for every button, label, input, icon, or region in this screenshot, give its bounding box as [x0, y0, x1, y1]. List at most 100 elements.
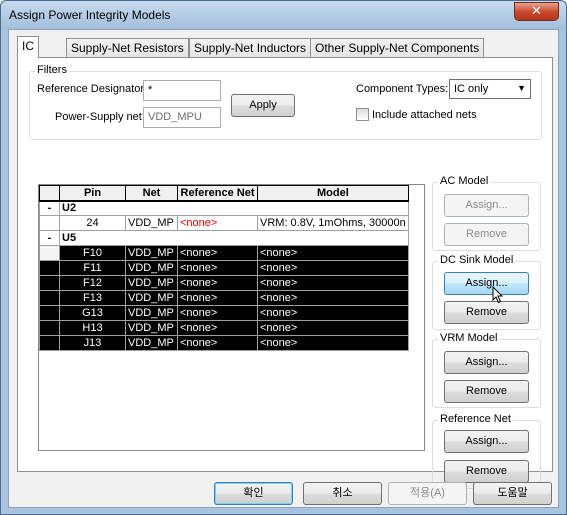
table-row[interactable]: F11 VDD_MP <none> <none>	[39, 260, 409, 276]
net-cell: VDD_MP	[125, 305, 178, 321]
component-types-select[interactable]: IC only ▼	[449, 79, 531, 99]
table-row[interactable]: J13 VDD_MP <none> <none>	[39, 335, 409, 351]
pin-model-grid[interactable]: Pin Net Reference Net Model - U2 24 VDD_…	[38, 184, 425, 451]
row-header-corner	[39, 185, 60, 202]
dc-sink-model-title: DC Sink Model	[438, 254, 516, 266]
reference-net-cell: <none>	[177, 335, 258, 351]
pin-model-table: Pin Net Reference Net Model - U2 24 VDD_…	[39, 185, 409, 351]
model-cell: VRM: 0.8V, 1mOhms, 30000n	[257, 215, 409, 231]
pin-cell: H13	[59, 320, 126, 336]
pin-cell: F13	[59, 290, 126, 306]
component-types-value: IC only	[454, 83, 489, 95]
net-cell: VDD_MP	[125, 245, 178, 261]
grid-header-row: Pin Net Reference Net Model	[39, 185, 409, 202]
pin-cell: G13	[59, 305, 126, 321]
table-row[interactable]: F10 VDD_MP <none> <none>	[39, 245, 409, 261]
tab-other-supply-net-components[interactable]: Other Supply-Net Components	[310, 38, 485, 57]
tab-label: Supply-Net Resistors	[71, 41, 184, 55]
row-header[interactable]	[39, 275, 60, 291]
close-icon: ✕	[531, 4, 542, 19]
net-cell: VDD_MP	[125, 290, 178, 306]
table-row[interactable]: F12 VDD_MP <none> <none>	[39, 275, 409, 291]
reference-net-cell: <none>	[177, 245, 258, 261]
row-header[interactable]	[39, 335, 60, 351]
pin-cell: F11	[59, 260, 126, 276]
cancel-button[interactable]: 취소	[303, 482, 382, 505]
dialog-window: Assign Power Integrity Models ✕ IC Suppl…	[0, 0, 567, 515]
reference-net-cell: <none>	[177, 275, 258, 291]
pin-cell: F10	[59, 245, 126, 261]
filter-apply-button[interactable]: Apply	[231, 94, 295, 117]
row-header[interactable]	[39, 215, 60, 231]
pin-cell: F12	[59, 275, 126, 291]
collapse-icon[interactable]: -	[39, 200, 60, 216]
table-row[interactable]: H13 VDD_MP <none> <none>	[39, 320, 409, 336]
power-supply-net-input[interactable]: VDD_MPU	[143, 107, 221, 128]
pin-cell: J13	[59, 335, 126, 351]
dialog-client: IC Supply-Net Resistors Supply-Net Induc…	[8, 29, 559, 508]
window-title: Assign Power Integrity Models	[9, 8, 171, 22]
help-button[interactable]: 도움말	[473, 482, 552, 505]
tab-supply-net-inductors[interactable]: Supply-Net Inductors	[189, 38, 312, 57]
filters-title: Filters	[35, 64, 69, 76]
include-attached-nets-checkbox[interactable]	[356, 108, 369, 121]
tab-supply-net-resistors[interactable]: Supply-Net Resistors	[66, 38, 189, 57]
group-row-u2[interactable]: - U2	[39, 200, 409, 216]
group-label: U5	[59, 230, 409, 246]
net-cell: VDD_MP	[125, 260, 178, 276]
power-supply-net-label: Power-Supply net:	[55, 111, 145, 123]
tab-label: Supply-Net Inductors	[194, 41, 307, 55]
column-header-pin[interactable]: Pin	[59, 185, 126, 202]
close-button[interactable]: ✕	[514, 2, 559, 21]
row-header[interactable]	[39, 305, 60, 321]
vrm-model-title: VRM Model	[438, 332, 500, 344]
title-bar[interactable]: Assign Power Integrity Models ✕	[1, 1, 566, 29]
include-attached-nets-label: Include attached nets	[372, 109, 477, 121]
row-header[interactable]	[39, 290, 60, 306]
group-label: U2	[59, 200, 409, 216]
mouse-cursor-icon	[492, 286, 504, 304]
ic-tab-panel: Filters Reference Designator: * Power-Su…	[17, 57, 553, 489]
tab-ic[interactable]: IC	[17, 36, 39, 58]
model-cell: <none>	[257, 335, 409, 351]
collapse-icon[interactable]: -	[39, 230, 60, 246]
ref-designator-input[interactable]: *	[143, 80, 221, 101]
tab-label: IC	[22, 39, 34, 53]
row-header[interactable]	[39, 260, 60, 276]
ac-assign-button[interactable]: Assign...	[444, 194, 529, 217]
pin-cell: 24	[59, 215, 126, 231]
table-row[interactable]: 24 VDD_MP <none> VRM: 0.8V, 1mOhms, 3000…	[39, 215, 409, 231]
component-types-label: Component Types:	[356, 83, 449, 95]
column-header-reference-net[interactable]: Reference Net	[177, 185, 258, 202]
group-row-u5[interactable]: - U5	[39, 230, 409, 246]
reference-net-title: Reference Net	[438, 413, 513, 425]
net-cell: VDD_MP	[125, 215, 178, 231]
reference-net-remove-button[interactable]: Remove	[444, 460, 529, 483]
row-header[interactable]	[39, 320, 60, 336]
apply-button[interactable]: 적용(A)	[388, 482, 467, 505]
row-header[interactable]	[39, 245, 60, 261]
ac-model-title: AC Model	[438, 175, 491, 187]
ac-remove-button[interactable]: Remove	[444, 223, 529, 246]
net-cell: VDD_MP	[125, 275, 178, 291]
reference-net-cell: <none>	[177, 260, 258, 276]
net-cell: VDD_MP	[125, 320, 178, 336]
reference-net-assign-button[interactable]: Assign...	[444, 430, 529, 453]
vrm-assign-button[interactable]: Assign...	[444, 351, 529, 374]
ok-button[interactable]: 확인	[214, 482, 293, 505]
dropdown-arrow-icon: ▼	[517, 83, 526, 93]
net-cell: VDD_MP	[125, 335, 178, 351]
model-cell: <none>	[257, 275, 409, 291]
reference-net-cell: <none>	[177, 305, 258, 321]
table-row[interactable]: F13 VDD_MP <none> <none>	[39, 290, 409, 306]
column-header-net[interactable]: Net	[125, 185, 178, 202]
vrm-remove-button[interactable]: Remove	[444, 380, 529, 403]
column-header-model[interactable]: Model	[257, 185, 409, 202]
dc-sink-assign-button[interactable]: Assign...	[444, 272, 529, 295]
dc-sink-remove-button[interactable]: Remove	[444, 301, 529, 324]
model-cell: <none>	[257, 245, 409, 261]
ref-designator-label: Reference Designator:	[37, 83, 148, 95]
model-cell: <none>	[257, 290, 409, 306]
table-row[interactable]: G13 VDD_MP <none> <none>	[39, 305, 409, 321]
model-cell: <none>	[257, 320, 409, 336]
